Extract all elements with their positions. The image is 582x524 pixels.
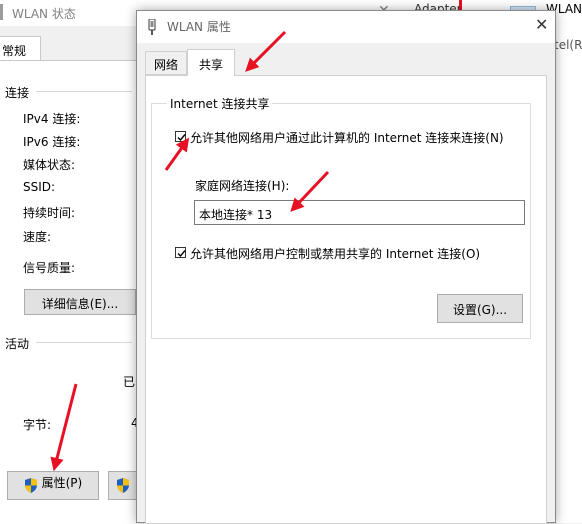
red-arrow-icon (164, 137, 190, 171)
red-arrow-icon (245, 30, 287, 72)
annotation-layer (50, 30, 330, 472)
red-arrow-icon (50, 383, 78, 472)
red-arrow-icon (290, 170, 330, 212)
